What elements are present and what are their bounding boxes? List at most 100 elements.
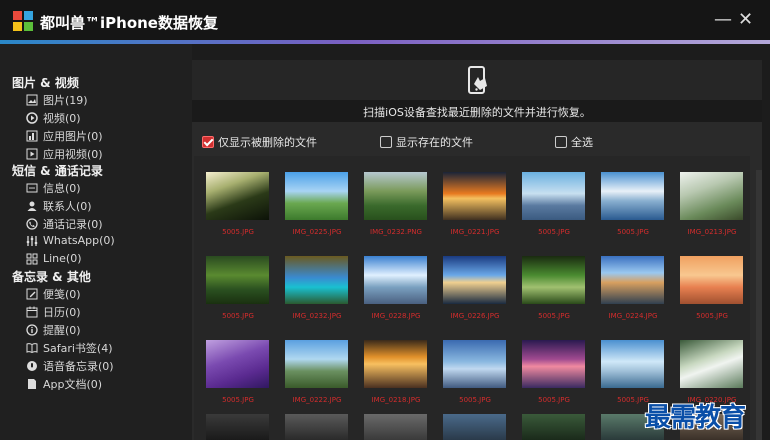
photo-filename: 5005.JPG — [222, 228, 254, 236]
edit-note-icon — [26, 288, 38, 300]
sidebar-item-safari-bookmarks[interactable]: Safari书签(4) — [26, 340, 113, 356]
info-icon — [26, 324, 38, 336]
sidebar-item-call-log[interactable]: 通话记录(0) — [26, 216, 103, 232]
photo-thumbnail[interactable] — [522, 256, 585, 304]
photo-filename: 5005.JPG — [222, 312, 254, 320]
sidebar-item-app-documents[interactable]: App文档(0) — [26, 376, 102, 392]
sidebar-item-label: 便笺(0) — [43, 288, 81, 301]
photo-thumbnail[interactable] — [601, 256, 664, 304]
watermark: 最需教育 — [645, 403, 746, 433]
photo-thumbnail[interactable] — [364, 414, 427, 440]
photo-filename: 5005.JPG — [459, 396, 491, 404]
filter-existing[interactable]: 显示存在的文件 — [380, 134, 473, 150]
photo-thumbnail[interactable] — [443, 414, 506, 440]
filter-deleted-only[interactable]: 仅显示被删除的文件 — [202, 134, 317, 150]
sidebar-item-label: 图片(19) — [43, 94, 88, 107]
photo-thumbnail[interactable] — [680, 340, 743, 388]
photo-thumbnail[interactable] — [443, 340, 506, 388]
sidebar-item-label: 应用图片(0) — [43, 130, 103, 143]
photo-thumbnail[interactable] — [680, 172, 743, 220]
sidebar-item-label: 语音备忘录(0) — [43, 360, 114, 373]
photo-thumbnail[interactable] — [206, 256, 269, 304]
photo-filename: IMG_0221.JPG — [450, 228, 500, 236]
group-messages-calls: 短信 & 通话记录 — [12, 164, 103, 178]
scan-description: 扫描iOS设备查找最近删除的文件并进行恢复。 — [363, 106, 591, 119]
photo-filename: IMG_0225.JPG — [292, 228, 342, 236]
photo-filename: IMG_0228.JPG — [371, 312, 421, 320]
checkbox-checked-icon[interactable] — [202, 136, 214, 148]
photo-filename: 5005.JPG — [222, 396, 254, 404]
photo-thumbnail[interactable] — [285, 172, 348, 220]
photo-filename: 5005.JPG — [538, 228, 570, 236]
photo-thumbnail[interactable] — [522, 340, 585, 388]
photo-filename: 5005.JPG — [538, 312, 570, 320]
sidebar-item-messages[interactable]: 信息(0) — [26, 180, 81, 196]
book-icon — [26, 343, 38, 354]
sidebar-item-photos[interactable]: 图片(19) — [26, 92, 88, 108]
photo-filename: IMG_0224.JPG — [608, 312, 658, 320]
photo-filename: IMG_0226.JPG — [450, 312, 500, 320]
sidebar-item-videos[interactable]: 视频(0) — [26, 110, 81, 126]
photo-thumbnail[interactable] — [443, 172, 506, 220]
sidebar-item-reminders[interactable]: 提醒(0) — [26, 322, 81, 338]
sidebar-item-contacts[interactable]: 联系人(0) — [26, 198, 92, 214]
calendar-icon — [26, 306, 38, 318]
sidebar-item-label: 信息(0) — [43, 182, 81, 195]
photo-thumbnail[interactable] — [285, 340, 348, 388]
filter-select-all[interactable]: 全选 — [555, 134, 593, 150]
vertical-scrollbar[interactable] — [756, 170, 762, 440]
photo-thumbnail[interactable] — [364, 172, 427, 220]
sidebar-item-whatsapp[interactable]: WhatsApp(0) — [26, 234, 115, 247]
play-circle-icon — [26, 112, 38, 124]
sidebar-item-label: 应用视频(0) — [43, 148, 103, 161]
sidebar-item-label: 视频(0) — [43, 112, 81, 125]
filter-label: 全选 — [571, 136, 593, 149]
photo-thumbnail[interactable] — [364, 256, 427, 304]
photo-thumbnail[interactable] — [206, 340, 269, 388]
sidebar-item-line[interactable]: Line(0) — [26, 252, 82, 265]
checkbox-icon[interactable] — [555, 136, 567, 148]
checkbox-icon[interactable] — [380, 136, 392, 148]
photo-filename: 5005.JPG — [617, 228, 649, 236]
sidebar-item-label: 日历(0) — [43, 306, 81, 319]
group-notes-other: 备忘录 & 其他 — [12, 270, 91, 284]
photo-filename: 5005.JPG — [696, 312, 728, 320]
document-icon — [28, 379, 36, 389]
sidebar-item-app-photos[interactable]: 应用图片(0) — [26, 128, 103, 144]
sidebar-item-voice-memos[interactable]: 语音备忘录(0) — [26, 358, 114, 374]
app-video-icon — [26, 148, 38, 160]
photo-thumbnail[interactable] — [601, 172, 664, 220]
photo-thumbnail[interactable] — [206, 414, 269, 440]
close-button[interactable]: ✕ — [738, 9, 753, 30]
group-photos-videos: 图片 & 视频 — [12, 76, 79, 90]
contact-icon — [27, 201, 37, 211]
voice-memo-icon — [27, 361, 37, 371]
sidebar-item-label: 联系人(0) — [43, 200, 92, 213]
sidebar-item-label: Line(0) — [43, 252, 82, 265]
message-icon — [26, 183, 38, 193]
photo-filename: IMG_0222.JPG — [292, 396, 342, 404]
photo-filename: IMG_0232.PNG — [370, 228, 422, 236]
sidebar-item-label: App文档(0) — [43, 378, 103, 391]
sidebar-item-label: WhatsApp(0) — [43, 234, 115, 247]
photo-thumbnail[interactable] — [206, 172, 269, 220]
filter-label: 显示存在的文件 — [396, 136, 473, 149]
minimize-button[interactable]: — — [714, 9, 732, 30]
photo-thumbnail[interactable] — [601, 340, 664, 388]
photo-filename: 5005.JPG — [538, 396, 570, 404]
photo-thumbnail[interactable] — [285, 414, 348, 440]
photo-filename: IMG_0232.JPG — [292, 312, 342, 320]
photo-thumbnail[interactable] — [680, 256, 743, 304]
phone-icon — [26, 218, 38, 230]
photo-thumbnail[interactable] — [522, 172, 585, 220]
sidebar-item-label: 通话记录(0) — [43, 218, 103, 231]
photo-thumbnail[interactable] — [285, 256, 348, 304]
sidebar-item-calendar[interactable]: 日历(0) — [26, 304, 81, 320]
sidebar-item-app-videos[interactable]: 应用视频(0) — [26, 146, 103, 162]
photo-thumbnail[interactable] — [443, 256, 506, 304]
app-title: 都叫兽™iPhone数据恢复 — [40, 14, 218, 32]
photo-thumbnail[interactable] — [522, 414, 585, 440]
photo-thumbnail[interactable] — [364, 340, 427, 388]
sidebar-item-notes[interactable]: 便笺(0) — [26, 286, 81, 302]
sliders-icon — [26, 235, 38, 246]
